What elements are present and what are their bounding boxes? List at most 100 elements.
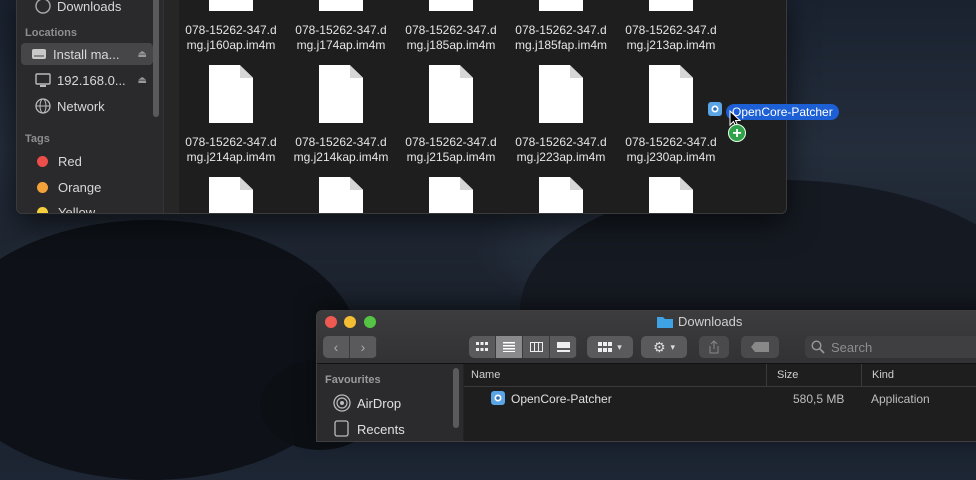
file-item[interactable]: 078-15262-347.d mg.j160ap.im4m — [179, 0, 283, 53]
folder-icon — [657, 317, 673, 328]
document-icon — [209, 65, 253, 123]
gallery-view-button[interactable] — [550, 336, 577, 358]
app-icon — [491, 391, 505, 408]
sidebar-tag-orange[interactable]: Orange — [25, 176, 153, 198]
chevron-left-icon: ‹ — [333, 339, 339, 355]
recents-icon — [334, 420, 349, 437]
gallery-icon — [556, 342, 570, 352]
chevron-down-icon: ▾ — [670, 341, 676, 352]
document-icon — [209, 0, 253, 11]
file-item[interactable] — [399, 177, 503, 213]
search-icon — [811, 340, 825, 354]
copy-badge-icon: + — [728, 124, 746, 142]
file-item[interactable] — [509, 177, 613, 213]
columns-icon — [529, 342, 543, 352]
file-item[interactable] — [289, 177, 393, 213]
sidebar-scrollbar[interactable] — [153, 0, 159, 117]
group-by-button[interactable]: ▾ — [587, 336, 633, 358]
document-icon — [319, 0, 363, 11]
sidebar-item-network[interactable]: Network — [25, 95, 153, 117]
finder-window-downloads: Downloads ‹ › ▾ ⚙ ▾ Search Favourites Ai… — [316, 310, 976, 442]
document-icon — [649, 177, 693, 213]
file-kind: Application — [871, 392, 930, 406]
document-icon — [209, 177, 253, 213]
list-view-button[interactable] — [496, 336, 523, 358]
chevron-down-icon: ▾ — [617, 341, 622, 352]
column-header: Name Size Kind — [464, 364, 976, 387]
eject-icon[interactable]: ⏏ — [138, 49, 147, 60]
document-icon — [429, 177, 473, 213]
document-icon — [429, 65, 473, 123]
dragged-file[interactable]: OpenCore-Patcher — [708, 102, 839, 121]
sidebar-item-server[interactable]: 192.168.0... ⏏ — [25, 69, 153, 91]
action-menu-button[interactable]: ⚙ ▾ — [641, 336, 687, 358]
disk-icon — [31, 46, 47, 62]
tag-dot-icon — [37, 206, 48, 213]
column-size[interactable]: Size — [777, 369, 798, 381]
sidebar: Favourites AirDrop Recents — [317, 364, 463, 441]
app-icon — [708, 102, 722, 121]
document-icon — [649, 65, 693, 123]
sidebar-tag-red[interactable]: Red — [25, 150, 153, 172]
globe-icon — [35, 98, 51, 114]
column-kind[interactable]: Kind — [872, 369, 894, 381]
file-name: OpenCore-Patcher — [511, 392, 612, 406]
file-item[interactable]: 078-15262-347.d mg.j214kap.im4m — [289, 65, 393, 165]
sidebar-item-downloads[interactable]: Downloads — [25, 0, 153, 17]
file-item[interactable]: 078-15262-347.d mg.j185ap.im4m — [399, 0, 503, 53]
back-button[interactable]: ‹ — [323, 336, 350, 358]
sidebar-item-airdrop[interactable]: AirDrop — [333, 394, 401, 412]
file-grid: 078-15262-347.d mg.j160ap.im4m 078-15262… — [179, 0, 786, 213]
file-item[interactable]: 078-15262-347.d mg.j213ap.im4m — [619, 0, 723, 53]
file-item[interactable]: 078-15262-347.d mg.j174ap.im4m — [289, 0, 393, 53]
sidebar-item-recents[interactable]: Recents — [333, 420, 405, 438]
locations-header: Locations — [25, 27, 77, 39]
table-row[interactable]: OpenCore-Patcher 580,5 MB Application — [464, 388, 976, 410]
column-view-button[interactable] — [523, 336, 550, 358]
share-button[interactable] — [699, 336, 729, 358]
document-icon — [319, 65, 363, 123]
sidebar-tag-yellow[interactable]: Yellow — [25, 201, 153, 213]
monitor-icon — [35, 72, 51, 88]
favourites-header: Favourites — [325, 374, 381, 386]
downloads-icon — [35, 0, 51, 14]
column-divider — [861, 364, 862, 386]
airdrop-icon — [333, 394, 351, 412]
zoom-button[interactable] — [364, 316, 376, 328]
file-item[interactable] — [179, 177, 283, 213]
column-name[interactable]: Name — [471, 369, 500, 381]
file-item[interactable]: 078-15262-347.d mg.j223ap.im4m — [509, 65, 613, 165]
window-title: Downloads — [657, 314, 742, 329]
icon-view-button[interactable] — [469, 336, 496, 358]
file-item[interactable]: 078-15262-347.d mg.j185fap.im4m — [509, 0, 613, 53]
file-item[interactable]: 078-15262-347.d mg.j215ap.im4m — [399, 65, 503, 165]
view-mode-buttons — [469, 336, 577, 358]
document-icon — [539, 0, 583, 11]
grid-icon — [598, 342, 613, 352]
tag-dot-icon — [37, 155, 48, 167]
document-icon — [649, 0, 693, 11]
sidebar-item-install-volume[interactable]: Install ma... ⏏ — [21, 43, 153, 65]
share-icon — [709, 340, 719, 354]
tags-button[interactable] — [741, 336, 779, 358]
eject-icon[interactable]: ⏏ — [138, 75, 147, 86]
gear-icon: ⚙ — [652, 338, 666, 355]
search-field[interactable]: Search — [805, 336, 976, 358]
chevron-right-icon: › — [360, 339, 366, 355]
sidebar-scrollbar[interactable] — [453, 368, 459, 428]
dragged-file-label: OpenCore-Patcher — [726, 103, 839, 120]
document-icon — [539, 65, 583, 123]
tags-header: Tags — [25, 133, 50, 145]
document-icon — [319, 177, 363, 213]
sidebar-scroll-track — [163, 0, 180, 213]
sidebar: Downloads Locations Install ma... ⏏ 192.… — [17, 0, 180, 213]
search-placeholder: Search — [831, 339, 873, 355]
nav-buttons: ‹ › — [323, 336, 377, 358]
document-icon — [429, 0, 473, 11]
file-item[interactable] — [619, 177, 723, 213]
file-item[interactable]: 078-15262-347.d mg.j214ap.im4m — [179, 65, 283, 165]
close-button[interactable] — [325, 316, 337, 328]
minimize-button[interactable] — [344, 316, 356, 328]
toolbar: Downloads ‹ › ▾ ⚙ ▾ Search — [317, 311, 976, 364]
forward-button[interactable]: › — [350, 336, 377, 358]
